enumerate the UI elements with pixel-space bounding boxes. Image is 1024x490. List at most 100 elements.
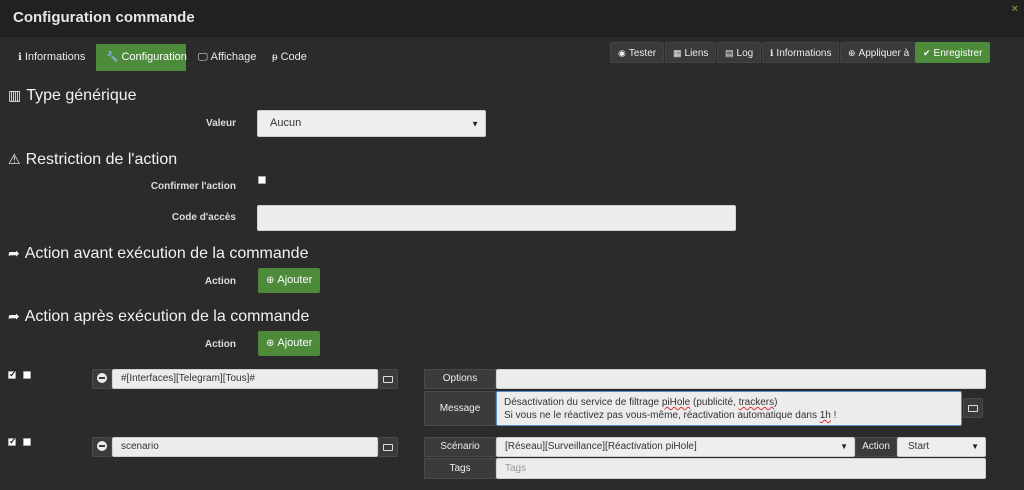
row1-options-label: Options — [424, 369, 496, 389]
dialog-titlebar: Configuration commande × — [0, 0, 1024, 37]
message-text: ) — [774, 397, 778, 408]
rss-icon: ◉ — [618, 48, 626, 58]
row1-options-input[interactable] — [496, 369, 986, 389]
message-text: (publicité, — [690, 397, 739, 408]
row1-message-textarea[interactable]: Désactivation du service de filtrage piH… — [496, 391, 962, 426]
row2-enable-checkbox[interactable] — [8, 436, 17, 447]
tester-label: Tester — [628, 48, 657, 59]
valeur-select-value: Aucun — [270, 117, 302, 129]
list-alt-icon — [383, 444, 393, 451]
row2-action-select[interactable]: Start ▼ — [897, 437, 986, 457]
caret-down-icon: ▼ — [471, 119, 479, 128]
message-text: Désactivation du service de filtrage — [504, 397, 662, 408]
ajouter-apres-button[interactable]: ⊕ Ajouter — [258, 331, 321, 356]
row2-command-input[interactable]: scenario — [112, 437, 378, 457]
log-label: Log — [736, 48, 754, 59]
desktop-icon: 🖵 — [198, 52, 208, 63]
row1-message-line2: Si vous ne le réactivez pas vous-même, r… — [504, 409, 954, 422]
row2-scenario-value: [Réseau][Surveillance][Réactivation piHo… — [505, 441, 697, 452]
info-circle-icon: ℹ — [18, 52, 22, 63]
row1-message-label: Message — [424, 391, 496, 426]
minus-circle-icon — [97, 441, 107, 451]
message-text: piHole — [661, 397, 691, 408]
sitemap-icon: ▦ — [673, 48, 682, 58]
informations-button[interactable]: ℹ Informations — [762, 42, 840, 63]
action-apres-label: Action — [204, 339, 236, 350]
list-alt-icon — [968, 405, 978, 412]
check-circle-icon: ✔ — [923, 48, 931, 58]
confirmer-checkbox[interactable] — [258, 176, 266, 184]
row1-message-line1: Désactivation du service de filtrage piH… — [504, 396, 954, 409]
confirmer-label: Confirmer l'action — [150, 181, 236, 192]
ajouter-apres-label: Ajouter — [277, 337, 313, 349]
section-action-apres: ➦ Action après exécution de la commande — [8, 308, 309, 326]
row2-select-command-button[interactable] — [378, 437, 398, 457]
valeur-label: Valeur — [205, 118, 236, 129]
section-restriction: ⚠ Restriction de l'action — [8, 151, 177, 169]
tab-informations[interactable]: ℹ Informations — [8, 44, 95, 71]
code-acces-input[interactable] — [257, 205, 736, 231]
informations-label: Informations — [776, 48, 832, 59]
tab-configuration-label: Configuration — [121, 51, 187, 63]
tab-code-label: Code — [280, 51, 307, 63]
code-acces-label: Code d'accès — [171, 212, 236, 223]
row1-message-select-button[interactable] — [963, 398, 983, 418]
appliquer-button[interactable]: ⊕ Appliquer à — [840, 42, 918, 63]
row2-action-value: Start — [908, 441, 930, 452]
message-text: Si vous ne le réactivez pas vous-même, r… — [504, 410, 820, 421]
enregistrer-label: Enregistrer — [933, 48, 983, 59]
building-icon: ▥ — [8, 87, 22, 103]
caret-down-icon: ▼ — [971, 442, 979, 451]
log-button[interactable]: ▤ Log — [717, 42, 762, 63]
row1-remove-button[interactable] — [92, 369, 112, 389]
row2-parallel-checkbox[interactable] — [23, 438, 31, 446]
section-action-avant: ➦ Action avant exécution de la commande — [8, 245, 308, 263]
tab-informations-label: Informations — [24, 51, 86, 63]
sign-out-icon: ➦ — [8, 308, 20, 324]
file-icon: ▤ — [725, 48, 734, 58]
minus-circle-icon — [97, 373, 107, 383]
plus-circle-icon: ⊕ — [848, 48, 856, 58]
row2-scenario-select[interactable]: [Réseau][Surveillance][Réactivation piHo… — [496, 437, 855, 457]
message-text: 1h — [819, 410, 831, 421]
action-avant-label: Action — [204, 276, 236, 287]
caret-down-icon: ▼ — [840, 442, 848, 451]
section-type-generique-title: Type générique — [26, 87, 137, 104]
close-icon[interactable]: × — [1012, 3, 1018, 15]
row1-command-input[interactable]: #[Interfaces][Telegram][Tous]# — [112, 369, 378, 389]
row1-select-command-button[interactable] — [378, 369, 398, 389]
ajouter-avant-button[interactable]: ⊕ Ajouter — [258, 268, 321, 293]
tester-button[interactable]: ◉ Tester — [610, 42, 665, 63]
row2-action-label: Action — [855, 437, 897, 457]
tab-configuration[interactable]: 🔧 Configuration — [96, 44, 187, 71]
row2-tags-label: Tags — [424, 458, 496, 479]
tab-code[interactable]: ᵽ Code — [262, 44, 317, 71]
tab-affichage-label: Affichage — [210, 51, 257, 63]
plus-circle-icon: ⊕ — [266, 338, 275, 349]
section-action-apres-title: Action après exécution de la commande — [24, 308, 310, 325]
section-action-avant-title: Action avant exécution de la commande — [24, 245, 309, 262]
message-text: ! — [830, 410, 837, 421]
list-alt-icon — [383, 376, 393, 383]
row1-parallel-checkbox[interactable] — [23, 371, 31, 379]
code-icon: ᵽ — [272, 52, 278, 63]
dialog-title: Configuration commande — [13, 9, 195, 26]
liens-button[interactable]: ▦ Liens — [665, 42, 717, 63]
row2-scenario-label: Scénario — [424, 437, 496, 457]
message-text: trackers — [738, 397, 775, 408]
ajouter-avant-label: Ajouter — [277, 274, 313, 286]
liens-label: Liens — [684, 48, 709, 59]
section-restriction-title: Restriction de l'action — [25, 151, 178, 168]
warning-icon: ⚠ — [8, 151, 21, 167]
wrench-icon: 🔧 — [106, 52, 119, 63]
tab-affichage[interactable]: 🖵 Affichage — [188, 44, 266, 71]
sign-out-icon: ➦ — [8, 245, 20, 261]
section-type-generique: ▥ Type générique — [8, 87, 137, 105]
row1-enable-checkbox[interactable] — [8, 369, 17, 380]
row2-remove-button[interactable] — [92, 437, 112, 457]
appliquer-label: Appliquer à — [858, 48, 910, 59]
row2-tags-input[interactable]: Tags — [496, 458, 986, 479]
valeur-select[interactable]: Aucun ▼ — [257, 110, 486, 137]
enregistrer-button[interactable]: ✔ Enregistrer — [915, 42, 991, 63]
plus-circle-icon: ⊕ — [266, 275, 275, 286]
